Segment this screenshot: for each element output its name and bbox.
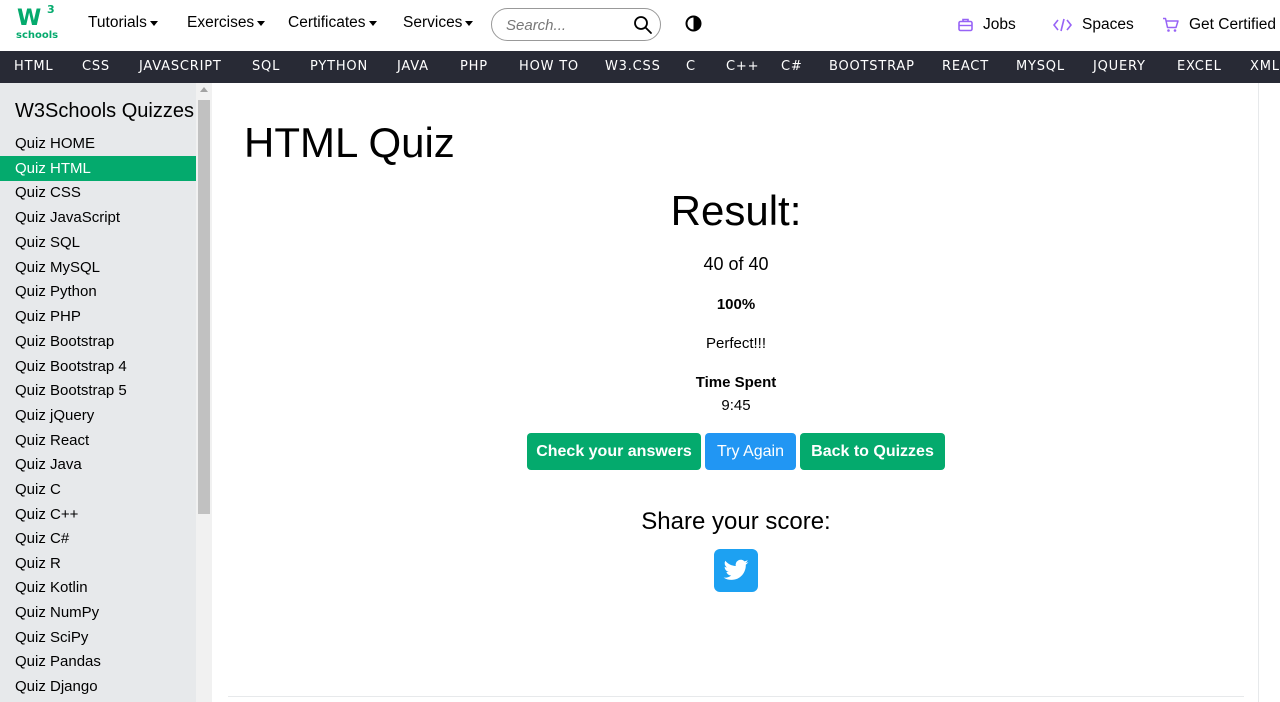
score-percent: 100% xyxy=(716,296,756,313)
menu-certificates[interactable]: Certificates xyxy=(288,14,377,32)
main-content: HTML Quiz Result: 40 of 40 100% Perfect!… xyxy=(212,83,1280,702)
tutorial-link-w3css[interactable]: W3.CSS xyxy=(605,51,661,83)
search-box xyxy=(491,8,661,41)
sidebar-item-quiz-javascript[interactable]: Quiz JavaScript xyxy=(0,205,196,230)
sidebar-item-quiz-c[interactable]: Quiz C xyxy=(0,477,196,502)
tutorial-nav-bar: HTML CSS JAVASCRIPT SQL PYTHON JAVA PHP … xyxy=(0,51,1280,83)
sidebar-item-quiz-sql[interactable]: Quiz SQL xyxy=(0,230,196,255)
try-again-button[interactable]: Try Again xyxy=(705,433,796,470)
logo-schools: schools xyxy=(16,30,59,41)
time-spent-value: 9:45 xyxy=(721,397,751,414)
sidebar-title: W3Schools Quizzes xyxy=(15,100,194,122)
time-spent-label: Time Spent xyxy=(695,374,777,391)
sidebar-item-quiz-scipy[interactable]: Quiz SciPy xyxy=(0,625,196,650)
spaces-link[interactable]: Spaces xyxy=(1053,16,1134,34)
caret-down-icon xyxy=(149,20,158,26)
sidebar-item-quiz-mysql[interactable]: Quiz MySQL xyxy=(0,255,196,280)
score-verdict: Perfect!!! xyxy=(705,335,767,352)
sidebar-item-quiz-css[interactable]: Quiz CSS xyxy=(0,180,196,205)
right-divider xyxy=(1258,83,1259,702)
tutorial-link-php[interactable]: PHP xyxy=(460,51,488,83)
menu-exercises-label: Exercises xyxy=(187,14,255,31)
menu-certificates-label: Certificates xyxy=(288,14,366,31)
tutorial-link-html[interactable]: HTML xyxy=(14,51,53,83)
share-score-label: Share your score: xyxy=(641,508,831,535)
page-title: HTML Quiz xyxy=(244,119,455,166)
tutorial-link-mysql[interactable]: MYSQL xyxy=(1016,51,1065,83)
quiz-sidebar: W3Schools Quizzes Quiz HOME Quiz HTML Qu… xyxy=(0,83,212,702)
caret-down-icon xyxy=(368,20,377,26)
score-text: 40 of 40 xyxy=(703,254,769,274)
sidebar-item-quiz-react[interactable]: Quiz React xyxy=(0,428,196,453)
sidebar-item-quiz-php[interactable]: Quiz PHP xyxy=(0,304,196,329)
sidebar-item-quiz-bootstrap[interactable]: Quiz Bootstrap xyxy=(0,329,196,354)
tutorial-link-react[interactable]: REACT xyxy=(942,51,989,83)
tutorial-link-excel[interactable]: EXCEL xyxy=(1177,51,1222,83)
top-header: W 3 schools Tutorials Exercises Certific… xyxy=(0,0,1280,51)
twitter-icon xyxy=(723,559,749,580)
code-icon xyxy=(1053,18,1072,32)
menu-exercises[interactable]: Exercises xyxy=(187,14,266,32)
get-certified-link[interactable]: Get Certified xyxy=(1162,16,1276,34)
tutorial-link-how-to[interactable]: HOW TO xyxy=(519,51,579,83)
contrast-toggle-icon[interactable] xyxy=(685,15,702,32)
sidebar-item-quiz-bootstrap-5[interactable]: Quiz Bootstrap 5 xyxy=(0,378,196,403)
tutorial-link-jquery[interactable]: JQUERY xyxy=(1093,51,1146,83)
jobs-link[interactable]: Jobs xyxy=(958,16,1016,34)
tutorial-link-csharp[interactable]: C# xyxy=(781,51,803,83)
sidebar-item-quiz-html[interactable]: Quiz HTML xyxy=(0,156,196,181)
sidebar-item-quiz-kotlin[interactable]: Quiz Kotlin xyxy=(0,575,196,600)
check-answers-button[interactable]: Check your answers xyxy=(527,433,701,470)
w3schools-logo[interactable]: W 3 schools xyxy=(15,3,59,43)
logo-w: W xyxy=(17,6,41,31)
sidebar-item-quiz-python[interactable]: Quiz Python xyxy=(0,279,196,304)
bottom-divider xyxy=(228,696,1244,697)
logo-superscript: 3 xyxy=(47,3,55,16)
sidebar-item-quiz-cpp[interactable]: Quiz C++ xyxy=(0,502,196,527)
menu-tutorials[interactable]: Tutorials xyxy=(88,14,158,32)
get-certified-label: Get Certified xyxy=(1189,16,1277,33)
sidebar-item-quiz-numpy[interactable]: Quiz NumPy xyxy=(0,600,196,625)
scroll-up-arrow-icon[interactable] xyxy=(200,87,208,92)
tutorial-link-java[interactable]: JAVA xyxy=(397,51,429,83)
tutorial-link-xml[interactable]: XML xyxy=(1250,51,1280,83)
result-heading: Result: xyxy=(670,187,802,234)
sidebar-scrollbar-thumb[interactable] xyxy=(198,100,210,514)
tutorial-link-c[interactable]: C xyxy=(686,51,696,83)
search-icon[interactable] xyxy=(633,15,653,35)
cart-icon xyxy=(1163,17,1179,32)
sidebar-item-quiz-java[interactable]: Quiz Java xyxy=(0,452,196,477)
back-to-quizzes-button[interactable]: Back to Quizzes xyxy=(800,433,945,470)
tutorial-link-sql[interactable]: SQL xyxy=(252,51,280,83)
tutorial-link-python[interactable]: PYTHON xyxy=(310,51,368,83)
sidebar-item-quiz-r[interactable]: Quiz R xyxy=(0,551,196,576)
sidebar-item-quiz-bootstrap-4[interactable]: Quiz Bootstrap 4 xyxy=(0,354,196,379)
caret-down-icon xyxy=(465,20,474,26)
sidebar-item-quiz-jquery[interactable]: Quiz jQuery xyxy=(0,403,196,428)
menu-tutorials-label: Tutorials xyxy=(88,14,147,31)
jobs-label: Jobs xyxy=(983,16,1016,33)
briefcase-icon xyxy=(958,18,973,32)
sidebar-item-quiz-pandas[interactable]: Quiz Pandas xyxy=(0,649,196,674)
tutorial-link-javascript[interactable]: JAVASCRIPT xyxy=(139,51,222,83)
twitter-share-button[interactable] xyxy=(714,549,758,592)
tutorial-link-css[interactable]: CSS xyxy=(82,51,110,83)
caret-down-icon xyxy=(257,20,266,26)
sidebar-item-quiz-csharp[interactable]: Quiz C# xyxy=(0,526,196,551)
tutorial-link-cpp[interactable]: C++ xyxy=(726,51,759,83)
menu-services[interactable]: Services xyxy=(403,14,474,32)
sidebar-item-quiz-django[interactable]: Quiz Django xyxy=(0,674,196,699)
tutorial-link-bootstrap[interactable]: BOOTSTRAP xyxy=(829,51,915,83)
spaces-label: Spaces xyxy=(1082,16,1134,33)
menu-services-label: Services xyxy=(403,14,463,31)
search-input[interactable] xyxy=(506,15,626,35)
sidebar-item-quiz-home[interactable]: Quiz HOME xyxy=(0,131,196,156)
